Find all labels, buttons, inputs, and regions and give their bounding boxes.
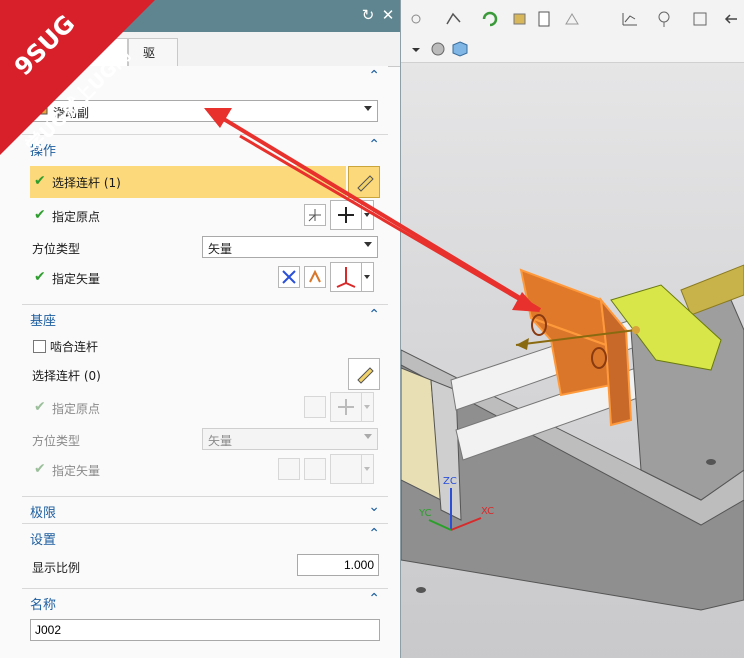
annotation-arrow [204, 108, 542, 312]
